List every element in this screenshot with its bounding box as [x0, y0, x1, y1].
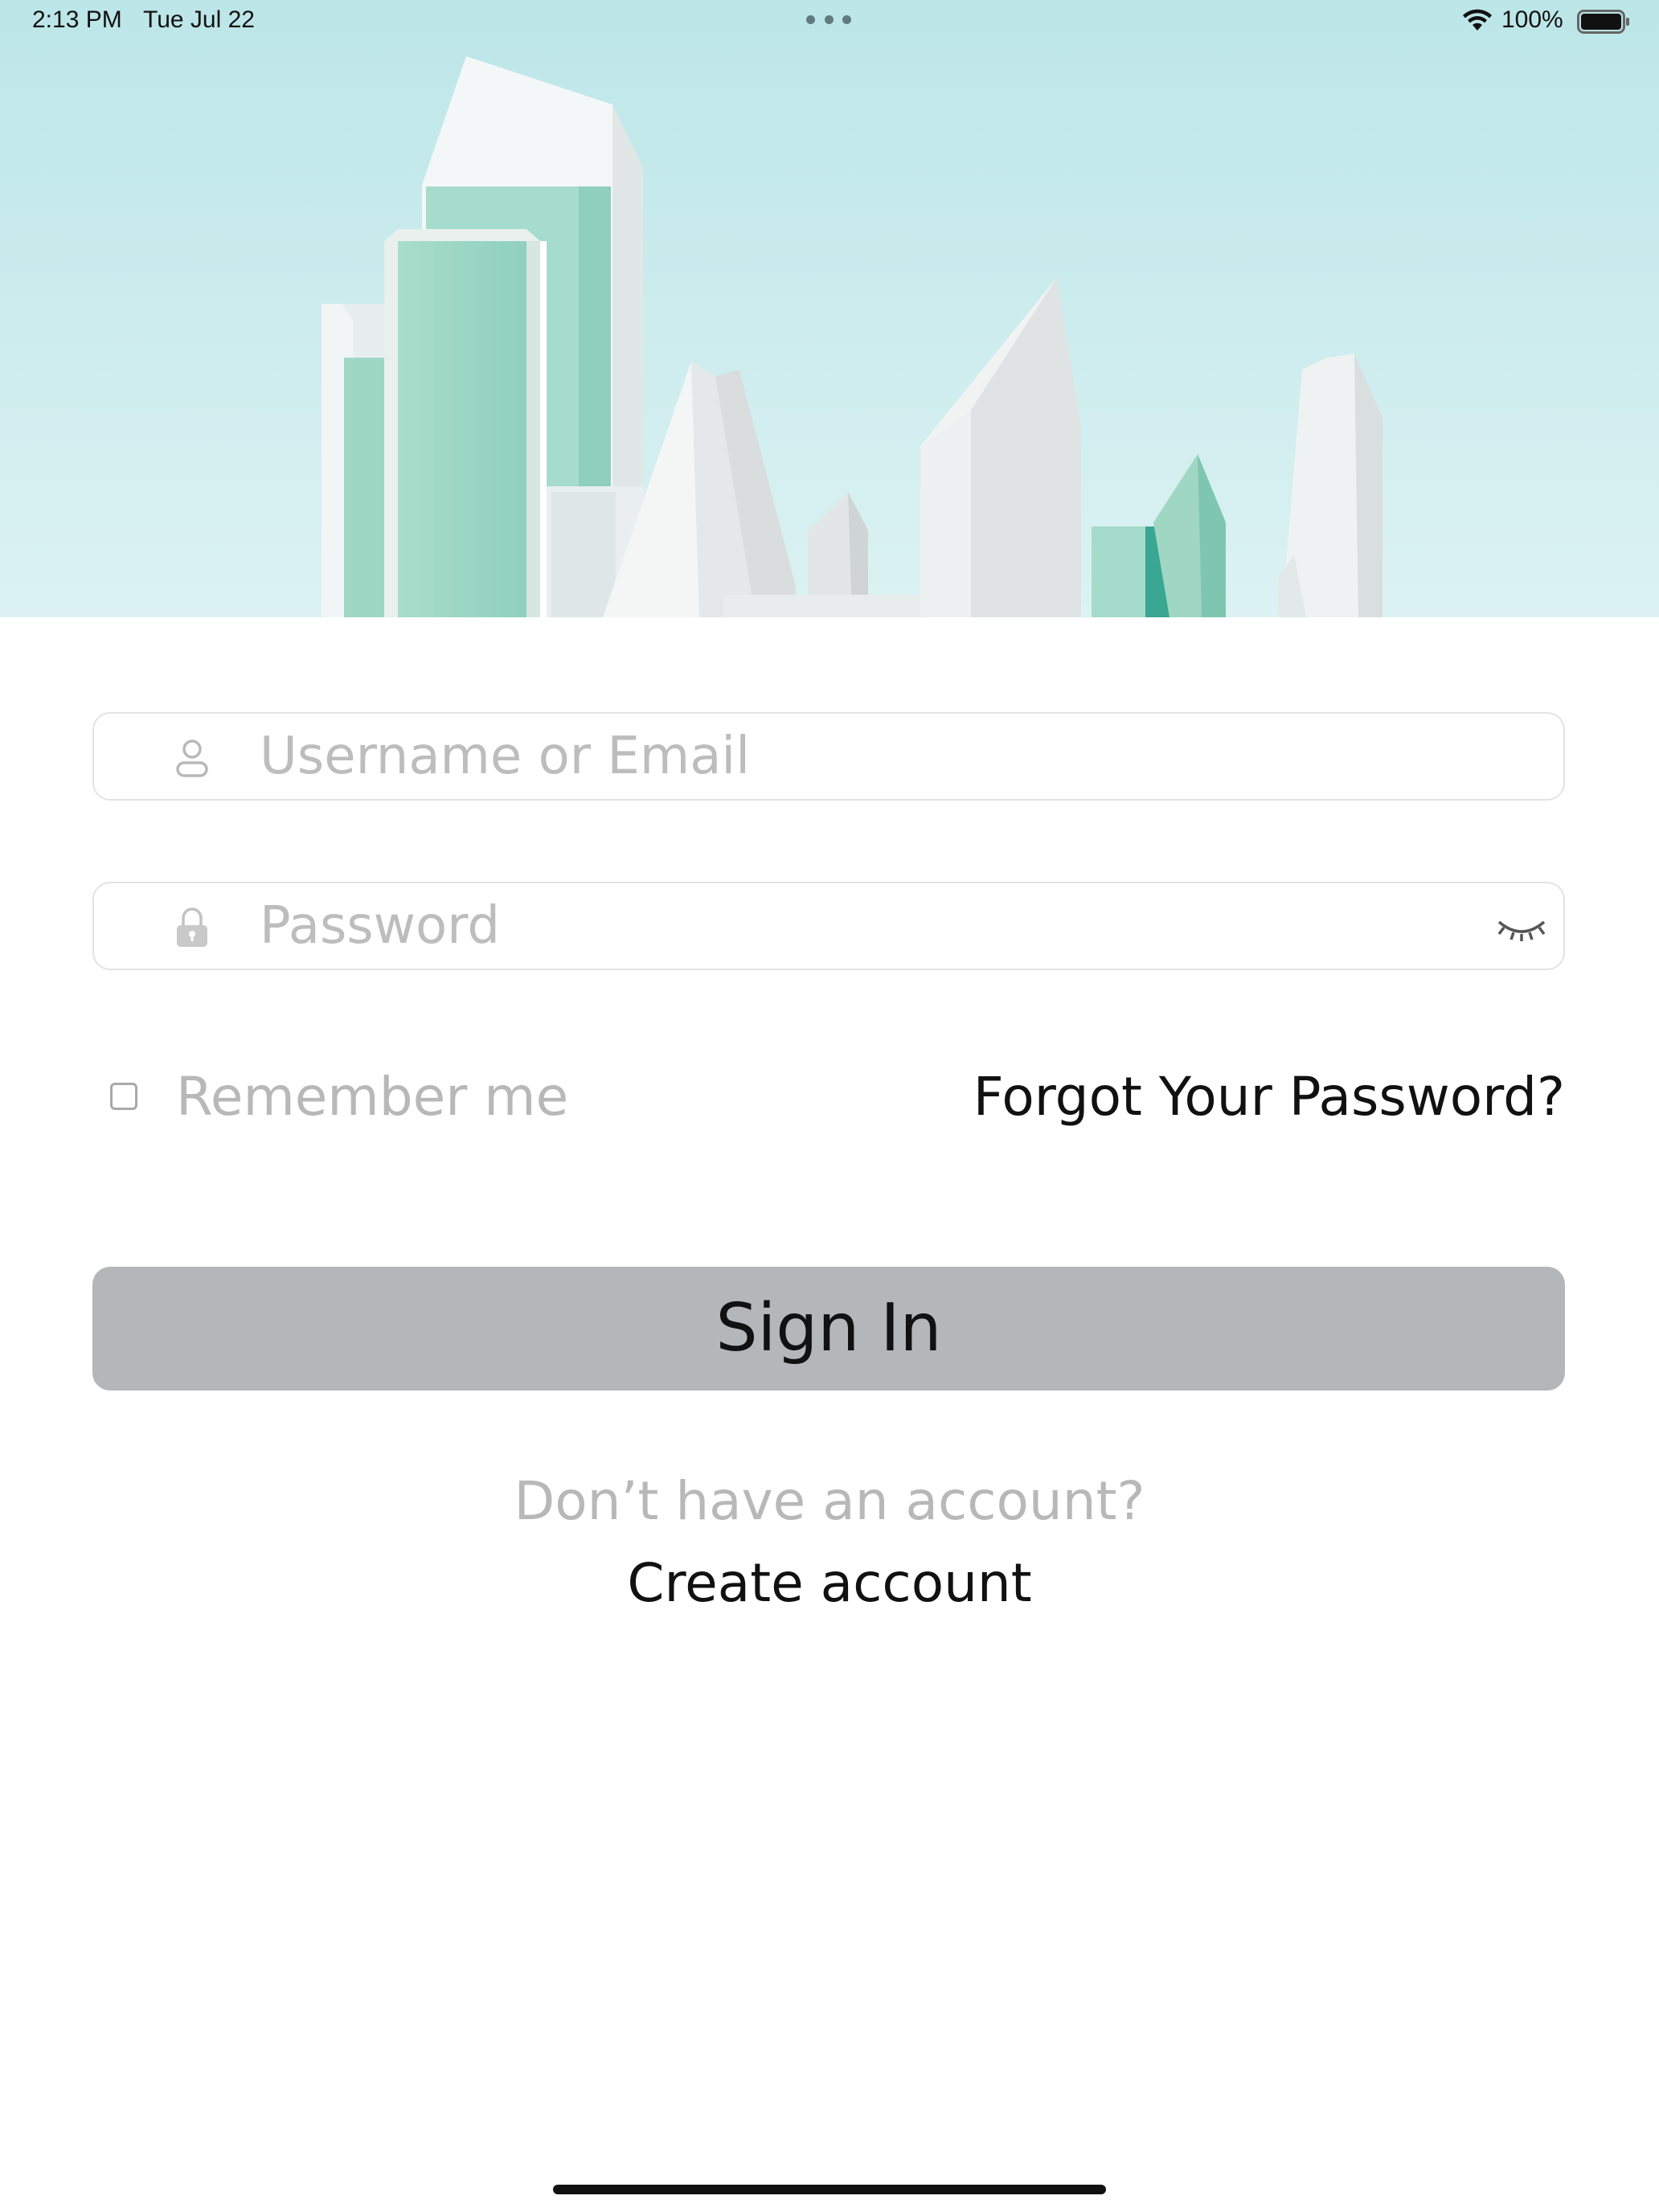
- home-indicator[interactable]: [553, 2185, 1106, 2194]
- username-input[interactable]: [260, 714, 1449, 799]
- no-account-prompt: Don’t have an account?: [514, 1470, 1145, 1532]
- lock-icon: [177, 907, 207, 947]
- battery-percentage: 100%: [1501, 6, 1563, 33]
- eye-closed-icon[interactable]: [1493, 907, 1550, 948]
- remember-me-checkbox[interactable]: [110, 1083, 137, 1110]
- remember-forgot-row: Remember me Forgot Your Password?: [92, 1061, 1565, 1133]
- password-input[interactable]: [260, 883, 1449, 969]
- remember-me-label[interactable]: Remember me: [176, 1061, 568, 1133]
- create-account-row: Create account: [0, 1546, 1659, 1620]
- user-icon: [176, 739, 208, 777]
- wifi-icon: [1463, 9, 1492, 31]
- hero-illustration: [0, 0, 1659, 617]
- username-field[interactable]: [92, 712, 1565, 801]
- create-account-link[interactable]: Create account: [627, 1552, 1031, 1614]
- status-bar: 2:13 PM Tue Jul 22 100%: [0, 0, 1659, 45]
- multitask-dots-icon[interactable]: [806, 15, 851, 27]
- city-skyline-illustration: [0, 0, 1659, 617]
- password-field[interactable]: [92, 882, 1565, 970]
- status-time: 2:13 PM: [32, 6, 122, 33]
- status-date: Tue Jul 22: [143, 6, 255, 33]
- sign-in-button[interactable]: Sign In: [92, 1267, 1565, 1391]
- forgot-password-link[interactable]: Forgot Your Password?: [973, 1061, 1565, 1133]
- battery-icon: [1577, 10, 1629, 34]
